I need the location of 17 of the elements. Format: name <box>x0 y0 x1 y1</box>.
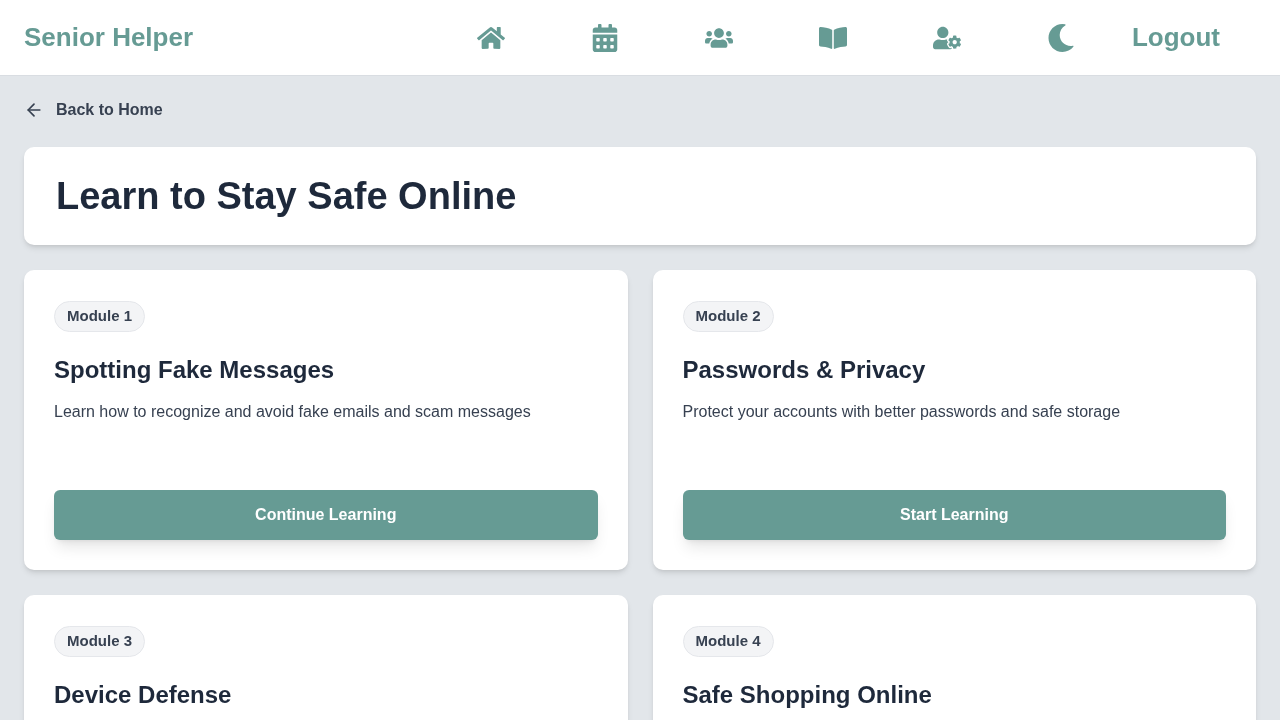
module-badge: Module 4 <box>682 626 774 657</box>
module-description: Protect your accounts with better passwords and safe storage <box>682 401 1122 422</box>
module-title: Device Defense <box>54 679 233 710</box>
page-title: Learn to Stay Safe Online <box>56 173 517 219</box>
learning-button[interactable]: Start Learning <box>682 490 1226 540</box>
module-title: Spotting Fake Messages <box>54 354 336 385</box>
module-title: Safe Shopping Online <box>682 679 933 710</box>
module-badge: Module 3 <box>54 626 145 657</box>
back-link[interactable]: Back to Home <box>24 98 163 122</box>
module-description: Learn how to recognize and avoid fake emails and scam messages <box>54 401 532 422</box>
module-badge: Module 2 <box>682 301 774 332</box>
back-link-label[interactable]: Back to Home <box>56 98 163 122</box>
learning-button[interactable]: Continue Learning <box>54 490 598 540</box>
logout-button[interactable]: Logout <box>1131 18 1220 57</box>
module-badge: Module 1 <box>54 301 145 332</box>
brand-name[interactable]: Senior Helper <box>24 18 434 57</box>
module-title: Passwords & Privacy <box>682 354 927 385</box>
